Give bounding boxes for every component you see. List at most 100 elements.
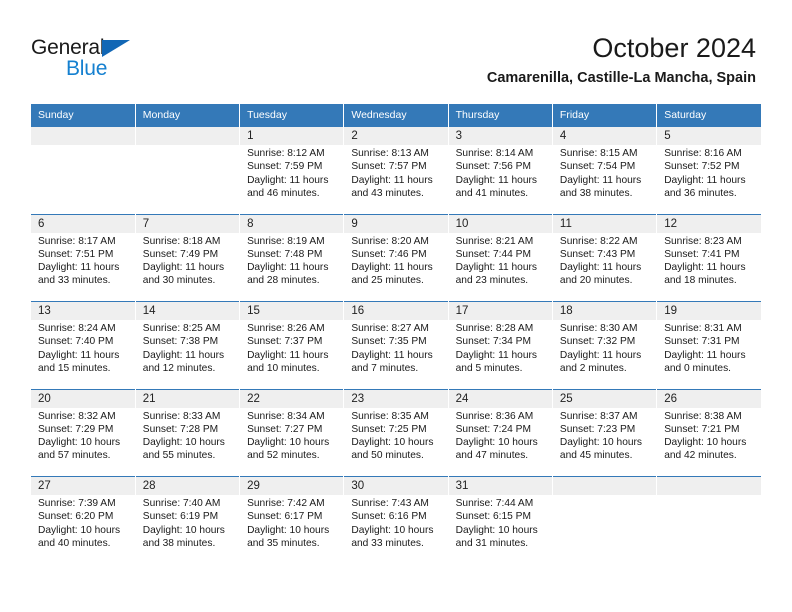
daylight-text-line1: Daylight: 10 hours xyxy=(455,524,538,536)
day-number[interactable]: 28 xyxy=(135,476,241,495)
weekday-header-saturday: Saturday xyxy=(656,104,761,127)
day-info: Sunrise: 8:35 AM Sunset: 7:25 PM Dayligh… xyxy=(343,407,449,477)
day-number[interactable]: 21 xyxy=(135,388,241,408)
day-number[interactable]: 4 xyxy=(552,127,658,145)
day-number[interactable]: 26 xyxy=(656,388,761,408)
day-info: Sunrise: 7:40 AM Sunset: 6:19 PM Dayligh… xyxy=(135,495,241,564)
daylight-text-line1: Daylight: 11 hours xyxy=(38,262,120,274)
day-number[interactable]: 10 xyxy=(448,213,553,233)
day-info: Sunrise: 8:24 AM Sunset: 7:40 PM Dayligh… xyxy=(31,320,136,389)
sunset-text: Sunset: 6:19 PM xyxy=(142,511,219,523)
sunrise-text: Sunrise: 8:24 AM xyxy=(38,323,116,334)
daylight-text-line2: and 33 minutes. xyxy=(351,537,424,549)
day-cell-empty xyxy=(31,127,136,145)
sunset-text: Sunset: 7:59 PM xyxy=(247,161,323,173)
day-info: Sunrise: 8:14 AM Sunset: 7:56 PM Dayligh… xyxy=(448,145,553,214)
sunrise-text: Sunrise: 8:34 AM xyxy=(247,410,325,422)
daylight-text-line2: and 50 minutes. xyxy=(351,450,424,462)
day-number[interactable]: 3 xyxy=(448,127,553,145)
daylight-text-line2: and 42 minutes. xyxy=(664,450,737,462)
week-2-info-row: Sunrise: 8:17 AM Sunset: 7:51 PM Dayligh… xyxy=(31,232,761,302)
day-number[interactable]: 25 xyxy=(552,388,658,408)
day-info: Sunrise: 8:26 AM Sunset: 7:37 PM Dayligh… xyxy=(239,320,345,389)
daylight-text-line2: and 33 minutes. xyxy=(38,275,111,287)
calendar-table: Sunday Monday Tuesday Wednesday Thursday… xyxy=(31,104,761,564)
weekday-header-sunday: Sunday xyxy=(31,104,136,127)
week-4-number-row: 20 21 22 23 24 25 26 xyxy=(31,388,761,408)
sunrise-text: Sunrise: 8:37 AM xyxy=(559,410,638,422)
daylight-text-line1: Daylight: 11 hours xyxy=(455,349,537,361)
daylight-text-line2: and 20 minutes. xyxy=(559,275,633,287)
day-number[interactable]: 2 xyxy=(343,127,449,145)
sunset-text: Sunset: 7:21 PM xyxy=(664,423,740,435)
day-info: Sunrise: 8:25 AM Sunset: 7:38 PM Dayligh… xyxy=(135,320,241,389)
day-number[interactable]: 7 xyxy=(135,213,241,233)
day-number[interactable]: 31 xyxy=(448,476,553,495)
sunset-text: Sunset: 7:44 PM xyxy=(455,248,531,260)
daylight-text-line1: Daylight: 11 hours xyxy=(664,174,746,186)
day-number[interactable]: 12 xyxy=(656,213,761,233)
day-number[interactable]: 1 xyxy=(239,127,345,145)
sunrise-text: Sunrise: 8:19 AM xyxy=(247,235,325,247)
day-info: Sunrise: 8:19 AM Sunset: 7:48 PM Dayligh… xyxy=(239,232,345,302)
day-number[interactable]: 11 xyxy=(552,213,658,233)
daylight-text-line1: Daylight: 10 hours xyxy=(142,524,225,536)
day-number[interactable]: 16 xyxy=(343,301,449,320)
page-subtitle: Camarenilla, Castille-La Mancha, Spain xyxy=(486,70,756,86)
day-info-empty xyxy=(552,495,658,564)
sunrise-text: Sunrise: 8:27 AM xyxy=(351,323,429,334)
day-number[interactable]: 9 xyxy=(343,213,449,233)
day-number[interactable]: 23 xyxy=(343,388,449,408)
daylight-text-line1: Daylight: 11 hours xyxy=(664,262,746,274)
day-number[interactable]: 8 xyxy=(239,213,345,233)
sunset-text: Sunset: 7:37 PM xyxy=(247,336,323,348)
day-number[interactable]: 13 xyxy=(31,301,136,320)
sunrise-text: Sunrise: 7:43 AM xyxy=(351,498,429,509)
day-info: Sunrise: 8:28 AM Sunset: 7:34 PM Dayligh… xyxy=(448,320,553,389)
daylight-text-line2: and 35 minutes. xyxy=(247,537,320,549)
day-number[interactable]: 19 xyxy=(656,301,761,320)
daylight-text-line1: Daylight: 10 hours xyxy=(664,437,747,449)
day-info: Sunrise: 8:13 AM Sunset: 7:57 PM Dayligh… xyxy=(343,145,449,214)
daylight-text-line2: and 52 minutes. xyxy=(247,450,320,462)
day-number[interactable]: 29 xyxy=(239,476,345,495)
day-number[interactable]: 18 xyxy=(552,301,658,320)
sunset-text: Sunset: 6:15 PM xyxy=(455,511,531,523)
day-number[interactable]: 17 xyxy=(448,301,553,320)
day-number[interactable]: 22 xyxy=(239,388,345,408)
sunrise-text: Sunrise: 8:30 AM xyxy=(559,323,638,334)
daylight-text-line2: and 40 minutes. xyxy=(38,537,111,549)
daylight-text-line2: and 38 minutes. xyxy=(142,537,216,549)
daylight-text-line2: and 36 minutes. xyxy=(664,187,737,199)
day-info-empty xyxy=(135,145,241,214)
sunset-text: Sunset: 7:27 PM xyxy=(247,423,323,435)
sunrise-text: Sunrise: 8:15 AM xyxy=(559,148,638,159)
weekday-header-tuesday: Tuesday xyxy=(239,104,345,127)
weekday-header-friday: Friday xyxy=(552,104,658,127)
day-number[interactable]: 5 xyxy=(656,127,761,145)
day-info: Sunrise: 7:43 AM Sunset: 6:16 PM Dayligh… xyxy=(343,495,449,564)
sunrise-text: Sunrise: 8:26 AM xyxy=(247,323,325,334)
daylight-text-line2: and 10 minutes. xyxy=(247,362,320,374)
sunrise-text: Sunrise: 8:35 AM xyxy=(351,410,429,422)
sunrise-text: Sunrise: 8:23 AM xyxy=(664,235,742,247)
sunrise-text: Sunrise: 8:25 AM xyxy=(142,323,221,334)
title-block: October 2024 Camarenilla, Castille-La Ma… xyxy=(487,32,756,87)
day-number[interactable]: 15 xyxy=(239,301,345,320)
page-header: General Blue October 2024 Camarenilla, C… xyxy=(0,0,792,100)
day-number[interactable]: 24 xyxy=(448,388,553,408)
day-number[interactable]: 27 xyxy=(31,476,136,495)
daylight-text-line2: and 55 minutes. xyxy=(142,450,216,462)
daylight-text-line2: and 15 minutes. xyxy=(38,362,111,374)
daylight-text-line1: Daylight: 11 hours xyxy=(142,349,225,361)
day-info: Sunrise: 8:23 AM Sunset: 7:41 PM Dayligh… xyxy=(656,232,761,302)
day-info: Sunrise: 8:32 AM Sunset: 7:29 PM Dayligh… xyxy=(31,407,136,477)
sunset-text: Sunset: 7:24 PM xyxy=(455,423,531,435)
day-number[interactable]: 30 xyxy=(343,476,449,495)
day-number[interactable]: 14 xyxy=(135,301,241,320)
day-info: Sunrise: 8:31 AM Sunset: 7:31 PM Dayligh… xyxy=(656,320,761,389)
day-info: Sunrise: 8:21 AM Sunset: 7:44 PM Dayligh… xyxy=(448,232,553,302)
day-number[interactable]: 20 xyxy=(31,388,136,408)
daylight-text-line2: and 47 minutes. xyxy=(455,450,529,462)
day-number[interactable]: 6 xyxy=(31,213,136,233)
